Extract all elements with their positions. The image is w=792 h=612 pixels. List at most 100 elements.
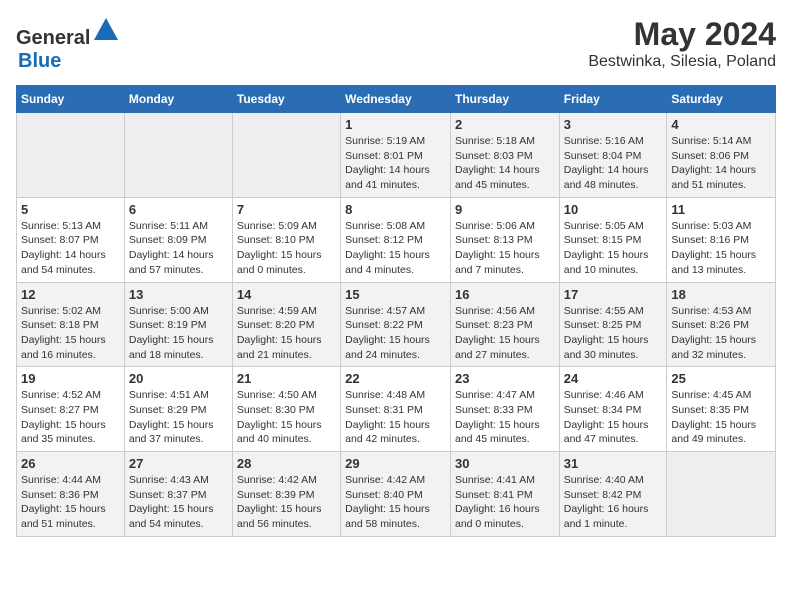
day-number: 12 <box>21 287 120 302</box>
calendar-cell: 31 Sunrise: 4:40 AMSunset: 8:42 PMDayligh… <box>559 452 667 537</box>
day-number: 16 <box>455 287 555 302</box>
day-info: Sunrise: 4:48 AMSunset: 8:31 PMDaylight:… <box>345 388 446 447</box>
calendar-cell <box>232 113 340 198</box>
day-info: Sunrise: 4:52 AMSunset: 8:27 PMDaylight:… <box>21 388 120 447</box>
day-info: Sunrise: 4:57 AMSunset: 8:22 PMDaylight:… <box>345 304 446 363</box>
day-info: Sunrise: 4:40 AMSunset: 8:42 PMDaylight:… <box>564 473 663 532</box>
day-info: Sunrise: 4:53 AMSunset: 8:26 PMDaylight:… <box>671 304 771 363</box>
day-info: Sunrise: 4:50 AMSunset: 8:30 PMDaylight:… <box>237 388 336 447</box>
day-info: Sunrise: 5:00 AMSunset: 8:19 PMDaylight:… <box>129 304 228 363</box>
day-number: 8 <box>345 202 446 217</box>
day-number: 3 <box>564 117 663 132</box>
day-number: 24 <box>564 371 663 386</box>
day-info: Sunrise: 5:13 AMSunset: 8:07 PMDaylight:… <box>21 219 120 278</box>
calendar-cell <box>667 452 776 537</box>
calendar-cell: 16 Sunrise: 4:56 AMSunset: 8:23 PMDayligh… <box>450 282 559 367</box>
day-info: Sunrise: 5:05 AMSunset: 8:15 PMDaylight:… <box>564 219 663 278</box>
day-number: 20 <box>129 371 228 386</box>
day-number: 29 <box>345 456 446 471</box>
day-info: Sunrise: 5:14 AMSunset: 8:06 PMDaylight:… <box>671 134 771 193</box>
day-number: 11 <box>671 202 771 217</box>
logo-blue: Blue <box>18 50 61 72</box>
day-number: 21 <box>237 371 336 386</box>
calendar-cell: 22Sunrise: 4:48 AMSunset: 8:31 PMDayligh… <box>341 367 451 452</box>
day-info: Sunrise: 5:09 AMSunset: 8:10 PMDaylight:… <box>237 219 336 278</box>
day-number: 28 <box>237 456 336 471</box>
day-number: 19 <box>21 371 120 386</box>
calendar-cell: 28 Sunrise: 4:42 AMSunset: 8:39 PMDayligh… <box>232 452 340 537</box>
header-saturday: Saturday <box>667 86 776 113</box>
calendar-row: 1 Sunrise: 5:19 AMSunset: 8:01 PMDaylight… <box>17 113 776 198</box>
header-row: SundayMondayTuesdayWednesdayThursdayFrid… <box>17 86 776 113</box>
day-info: Sunrise: 5:19 AMSunset: 8:01 PMDaylight:… <box>345 134 446 193</box>
day-number: 31 <box>564 456 663 471</box>
calendar-cell: 25Sunrise: 4:45 AMSunset: 8:35 PMDayligh… <box>667 367 776 452</box>
logo: General Blue <box>16 16 120 73</box>
day-number: 25 <box>671 371 771 386</box>
calendar-cell: 8Sunrise: 5:08 AMSunset: 8:12 PMDaylight… <box>341 197 451 282</box>
day-number: 30 <box>455 456 555 471</box>
day-number: 7 <box>237 202 336 217</box>
logo-general: General <box>16 27 90 49</box>
day-info: Sunrise: 4:47 AMSunset: 8:33 PMDaylight:… <box>455 388 555 447</box>
calendar-cell: 26Sunrise: 4:44 AMSunset: 8:36 PMDayligh… <box>17 452 125 537</box>
day-number: 6 <box>129 202 228 217</box>
calendar-cell: 29 Sunrise: 4:42 AMSunset: 8:40 PMDayligh… <box>341 452 451 537</box>
header-friday: Friday <box>559 86 667 113</box>
calendar-cell: 27 Sunrise: 4:43 AMSunset: 8:37 PMDayligh… <box>124 452 232 537</box>
header-sunday: Sunday <box>17 86 125 113</box>
calendar-cell: 10Sunrise: 5:05 AMSunset: 8:15 PMDayligh… <box>559 197 667 282</box>
calendar-cell: 1 Sunrise: 5:19 AMSunset: 8:01 PMDaylight… <box>341 113 451 198</box>
day-number: 4 <box>671 117 771 132</box>
day-info: Sunrise: 4:44 AMSunset: 8:36 PMDaylight:… <box>21 473 120 532</box>
day-number: 18 <box>671 287 771 302</box>
day-info: Sunrise: 5:06 AMSunset: 8:13 PMDaylight:… <box>455 219 555 278</box>
day-number: 17 <box>564 287 663 302</box>
calendar-cell: 19 Sunrise: 4:52 AMSunset: 8:27 PMDayligh… <box>17 367 125 452</box>
title-block: May 2024 Bestwinka, Silesia, Poland <box>588 16 776 71</box>
day-number: 5 <box>21 202 120 217</box>
calendar-cell: 20Sunrise: 4:51 AMSunset: 8:29 PMDayligh… <box>124 367 232 452</box>
calendar-cell: 7 Sunrise: 5:09 AMSunset: 8:10 PMDaylight… <box>232 197 340 282</box>
calendar-cell: 18 Sunrise: 4:53 AMSunset: 8:26 PMDayligh… <box>667 282 776 367</box>
calendar-cell: 30 Sunrise: 4:41 AMSunset: 8:41 PMDayligh… <box>450 452 559 537</box>
logo-icon <box>92 16 120 44</box>
day-number: 14 <box>237 287 336 302</box>
calendar-cell: 14Sunrise: 4:59 AMSunset: 8:20 PMDayligh… <box>232 282 340 367</box>
calendar-body: 1 Sunrise: 5:19 AMSunset: 8:01 PMDaylight… <box>17 113 776 537</box>
calendar-cell: 6 Sunrise: 5:11 AMSunset: 8:09 PMDaylight… <box>124 197 232 282</box>
calendar-cell <box>124 113 232 198</box>
calendar-cell: 23 Sunrise: 4:47 AMSunset: 8:33 PMDayligh… <box>450 367 559 452</box>
day-number: 13 <box>129 287 228 302</box>
calendar-cell: 4 Sunrise: 5:14 AMSunset: 8:06 PMDaylight… <box>667 113 776 198</box>
day-info: Sunrise: 5:02 AMSunset: 8:18 PMDaylight:… <box>21 304 120 363</box>
day-info: Sunrise: 5:11 AMSunset: 8:09 PMDaylight:… <box>129 219 228 278</box>
day-info: Sunrise: 4:41 AMSunset: 8:41 PMDaylight:… <box>455 473 555 532</box>
calendar-cell: 24Sunrise: 4:46 AMSunset: 8:34 PMDayligh… <box>559 367 667 452</box>
day-number: 1 <box>345 117 446 132</box>
day-info: Sunrise: 4:42 AMSunset: 8:40 PMDaylight:… <box>345 473 446 532</box>
day-info: Sunrise: 4:56 AMSunset: 8:23 PMDaylight:… <box>455 304 555 363</box>
day-info: Sunrise: 4:55 AMSunset: 8:25 PMDaylight:… <box>564 304 663 363</box>
day-info: Sunrise: 4:43 AMSunset: 8:37 PMDaylight:… <box>129 473 228 532</box>
calendar-cell <box>17 113 125 198</box>
day-number: 9 <box>455 202 555 217</box>
day-number: 15 <box>345 287 446 302</box>
main-title: May 2024 <box>588 16 776 53</box>
day-number: 27 <box>129 456 228 471</box>
day-info: Sunrise: 5:16 AMSunset: 8:04 PMDaylight:… <box>564 134 663 193</box>
logo-text: General Blue <box>16 16 120 73</box>
calendar-row: 26Sunrise: 4:44 AMSunset: 8:36 PMDayligh… <box>17 452 776 537</box>
calendar-cell: 2Sunrise: 5:18 AMSunset: 8:03 PMDaylight… <box>450 113 559 198</box>
calendar-cell: 21 Sunrise: 4:50 AMSunset: 8:30 PMDayligh… <box>232 367 340 452</box>
day-info: Sunrise: 5:18 AMSunset: 8:03 PMDaylight:… <box>455 134 555 193</box>
header-tuesday: Tuesday <box>232 86 340 113</box>
day-number: 23 <box>455 371 555 386</box>
day-info: Sunrise: 4:42 AMSunset: 8:39 PMDaylight:… <box>237 473 336 532</box>
header-wednesday: Wednesday <box>341 86 451 113</box>
subtitle: Bestwinka, Silesia, Poland <box>588 53 776 71</box>
header-monday: Monday <box>124 86 232 113</box>
calendar-row: 19 Sunrise: 4:52 AMSunset: 8:27 PMDayligh… <box>17 367 776 452</box>
calendar-row: 12 Sunrise: 5:02 AMSunset: 8:18 PMDayligh… <box>17 282 776 367</box>
calendar-header: SundayMondayTuesdayWednesdayThursdayFrid… <box>17 86 776 113</box>
